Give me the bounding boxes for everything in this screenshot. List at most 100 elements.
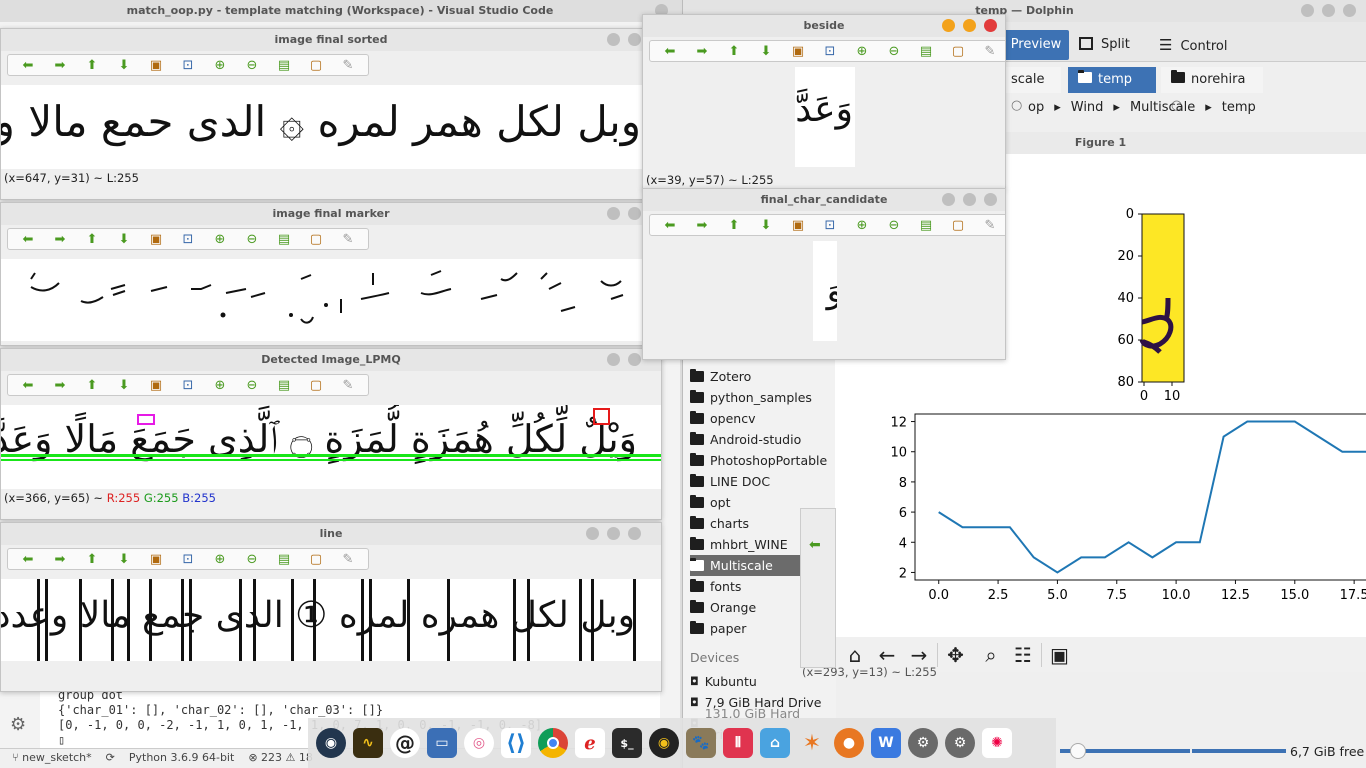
close-icon[interactable] <box>984 19 997 32</box>
preview-button[interactable]: Preview <box>1003 30 1069 60</box>
system-monitor-icon[interactable]: ∿ <box>353 728 383 758</box>
pan-up-icon[interactable]: ⬆ <box>77 376 107 394</box>
breadcrumb[interactable]: op ▸ Wind ▸ Multiscale ▸ temp <box>1028 100 1256 115</box>
save-icon[interactable]: ▤ <box>911 42 941 60</box>
zoom-out-icon[interactable]: ⊖ <box>237 56 267 74</box>
zoom-out-icon[interactable]: ⊖ <box>237 230 267 248</box>
branch-indicator[interactable]: ⑂ new_sketch* <box>12 749 92 768</box>
pan-up-icon[interactable]: ⬆ <box>77 56 107 74</box>
pan-left-icon[interactable]: ⬅ <box>13 376 43 394</box>
chrome-icon[interactable] <box>538 728 568 758</box>
image-canvas[interactable]: وَيْلٌ لِّكُلِّ هُمَزَةٍ لُّمَزَةٍ ۝ ٱلَ… <box>1 405 661 489</box>
pan-down-icon[interactable]: ⬇ <box>751 42 781 60</box>
home-folder-icon[interactable]: ⌂ <box>760 728 790 758</box>
home-icon[interactable]: ⌂ <box>841 643 869 667</box>
zoom-out-icon[interactable]: ⊖ <box>237 376 267 394</box>
forward-icon[interactable]: → <box>905 643 933 667</box>
sync-icon[interactable]: ⟳ <box>106 749 115 768</box>
blender-icon[interactable]: ● <box>834 728 864 758</box>
wps-icon[interactable]: W <box>871 728 901 758</box>
zoom-reset-icon[interactable]: ▣ <box>141 56 171 74</box>
terminal-icon[interactable]: $_ <box>612 728 642 758</box>
lifebuoy-icon[interactable]: ◎ <box>464 728 494 758</box>
pan-right-icon[interactable]: ➡ <box>687 216 717 234</box>
app-launcher-icon[interactable]: ◉ <box>316 728 346 758</box>
pan-up-icon[interactable]: ⬆ <box>77 550 107 568</box>
save-icon[interactable]: ▤ <box>269 56 299 74</box>
pinwheel-icon[interactable]: ✺ <box>982 728 1012 758</box>
krita-icon[interactable]: ✶ <box>797 728 827 758</box>
copy-icon[interactable]: ▢ <box>301 56 331 74</box>
at-icon[interactable]: @ <box>390 728 420 758</box>
copy-icon[interactable]: ▢ <box>301 376 331 394</box>
vscode-icon[interactable]: ⟨⟩ <box>501 728 531 758</box>
zoom-in-icon[interactable]: ⊕ <box>205 550 235 568</box>
settings-icon[interactable]: ⚙ <box>10 714 26 735</box>
place-zotero[interactable]: Zotero <box>690 366 835 387</box>
pan-down-icon[interactable]: ⬇ <box>109 550 139 568</box>
acrobat-icon[interactable]: ℯ <box>575 728 605 758</box>
zoom-in-icon[interactable]: ⊕ <box>847 216 877 234</box>
pan-left-icon[interactable]: ⬅ <box>655 42 685 60</box>
image-canvas[interactable]: وَ <box>813 241 837 341</box>
image-canvas[interactable]: وبل لكل همره لمره ① الدى جمع مالا وعدده <box>1 579 661 661</box>
place-python-samples[interactable]: python_samples <box>690 387 835 408</box>
pan-right-icon[interactable]: ➡ <box>45 230 75 248</box>
pan-left-icon[interactable]: ⬅ <box>13 550 43 568</box>
tab-temp[interactable]: temp ○ <box>1068 67 1156 113</box>
image-canvas[interactable]: وَعَدَّ <box>795 67 855 167</box>
zoom-in-icon[interactable]: ⊕ <box>847 42 877 60</box>
pan-right-icon[interactable]: ➡ <box>687 42 717 60</box>
properties-icon[interactable]: ✎ <box>975 216 1005 234</box>
properties-icon[interactable]: ✎ <box>975 42 1005 60</box>
zoom-fit-icon[interactable]: ⊡ <box>173 550 203 568</box>
pan-down-icon[interactable]: ⬇ <box>751 216 781 234</box>
pan-down-icon[interactable]: ⬇ <box>109 230 139 248</box>
settings-gear-icon-2[interactable]: ⚙ <box>945 728 975 758</box>
copy-icon[interactable]: ▢ <box>301 550 331 568</box>
zoom-out-icon[interactable]: ⊖ <box>879 216 909 234</box>
zoom-reset-icon[interactable]: ▣ <box>141 230 171 248</box>
pan-up-icon[interactable]: ⬆ <box>77 230 107 248</box>
properties-icon[interactable]: ✎ <box>333 376 363 394</box>
zoom-reset-icon[interactable]: ▣ <box>141 550 171 568</box>
place-multiscale[interactable]: Multiscale <box>690 555 800 576</box>
image-canvas[interactable] <box>1 259 661 341</box>
zoom-fit-icon[interactable]: ⊡ <box>815 42 845 60</box>
properties-icon[interactable]: ✎ <box>333 230 363 248</box>
save-icon[interactable]: ▤ <box>269 376 299 394</box>
zoom-fit-icon[interactable]: ⊡ <box>173 56 203 74</box>
pan-right-icon[interactable]: ➡ <box>45 56 75 74</box>
gimp-icon[interactable]: 🐾 <box>686 728 716 758</box>
copy-icon[interactable]: ▢ <box>943 42 973 60</box>
zoom-reset-icon[interactable]: ▣ <box>141 376 171 394</box>
zoom-reset-icon[interactable]: ▣ <box>783 42 813 60</box>
tab-norehira[interactable]: norehira ○ <box>1161 67 1263 113</box>
copy-icon[interactable]: ▢ <box>301 230 331 248</box>
save-icon[interactable]: ▤ <box>911 216 941 234</box>
save-icon[interactable]: ▤ <box>269 230 299 248</box>
zoom-fit-icon[interactable]: ⊡ <box>815 216 845 234</box>
zoom-fit-icon[interactable]: ⊡ <box>173 230 203 248</box>
zoom-out-icon[interactable]: ⊖ <box>879 42 909 60</box>
split-button[interactable]: Split <box>1079 30 1130 60</box>
tab-scale[interactable]: scale ○ <box>1001 67 1061 113</box>
problems-indicator[interactable]: ⊗ 223 ⚠ 18 <box>248 749 313 768</box>
back-icon[interactable]: ← <box>873 643 901 667</box>
pan-right-icon[interactable]: ➡ <box>45 550 75 568</box>
pan-up-icon[interactable]: ⬆ <box>719 42 749 60</box>
display-icon[interactable]: ▭ <box>427 728 457 758</box>
zoom-out-icon[interactable]: ⊖ <box>237 550 267 568</box>
pan-icon[interactable]: ✥ <box>937 642 973 667</box>
pan-down-icon[interactable]: ⬇ <box>109 56 139 74</box>
zoom-icon[interactable]: ⌕ <box>977 643 1005 667</box>
zoom-in-icon[interactable]: ⊕ <box>205 376 235 394</box>
zoom-reset-icon[interactable]: ▣ <box>783 216 813 234</box>
image-canvas[interactable]: وبل لكل همر لمره ۞ الدى حمع مالا وعدده <box>1 85 661 169</box>
speaker-icon[interactable]: ◉ <box>649 728 679 758</box>
pan-up-icon[interactable]: ⬆ <box>719 216 749 234</box>
pan-left-icon[interactable]: ⬅ <box>13 230 43 248</box>
place-opencv[interactable]: opencv <box>690 408 835 429</box>
properties-icon[interactable]: ✎ <box>333 550 363 568</box>
zoom-fit-icon[interactable]: ⊡ <box>173 376 203 394</box>
